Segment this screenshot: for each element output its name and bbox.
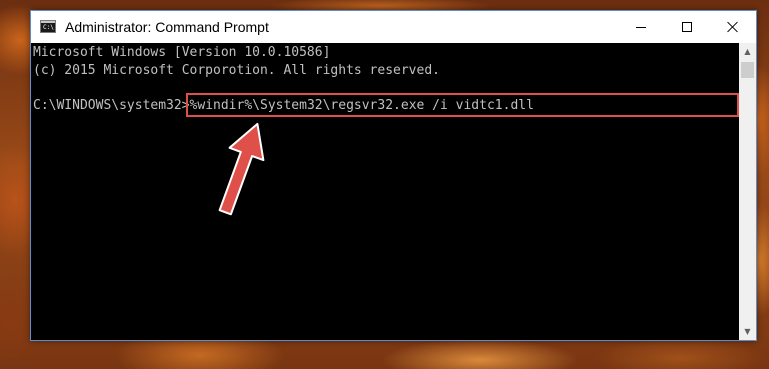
- command-prompt-window: C:\ Administrator: Command Prompt Micros…: [30, 10, 757, 341]
- maximize-icon: [682, 22, 692, 32]
- pointer-arrow-icon: [218, 122, 265, 216]
- console-area[interactable]: Microsoft Windows [Version 10.0.10586] (…: [31, 43, 739, 340]
- command-highlight-box: [186, 93, 739, 117]
- scroll-down-button[interactable]: ▼: [739, 323, 756, 340]
- console-line-copyright: (c) 2015 Microsoft Corporotion. All righ…: [33, 63, 440, 78]
- cmd-app-icon-text: C:\: [43, 24, 54, 31]
- scroll-thumb[interactable]: [741, 62, 754, 78]
- console-prompt: C:\WINDOWS\system32>: [33, 98, 190, 113]
- scroll-up-button[interactable]: ▲: [739, 43, 756, 60]
- window-title: Administrator: Command Prompt: [65, 19, 269, 35]
- close-icon: [727, 21, 739, 33]
- close-button[interactable]: [710, 11, 756, 43]
- cmd-app-icon: C:\: [40, 20, 56, 33]
- minimize-button[interactable]: [618, 11, 664, 43]
- title-bar[interactable]: C:\ Administrator: Command Prompt: [31, 11, 756, 43]
- minimize-icon: [636, 27, 646, 28]
- console-line-version: Microsoft Windows [Version 10.0.10586]: [33, 45, 331, 60]
- vertical-scrollbar[interactable]: ▲ ▼: [739, 43, 756, 340]
- maximize-button[interactable]: [664, 11, 710, 43]
